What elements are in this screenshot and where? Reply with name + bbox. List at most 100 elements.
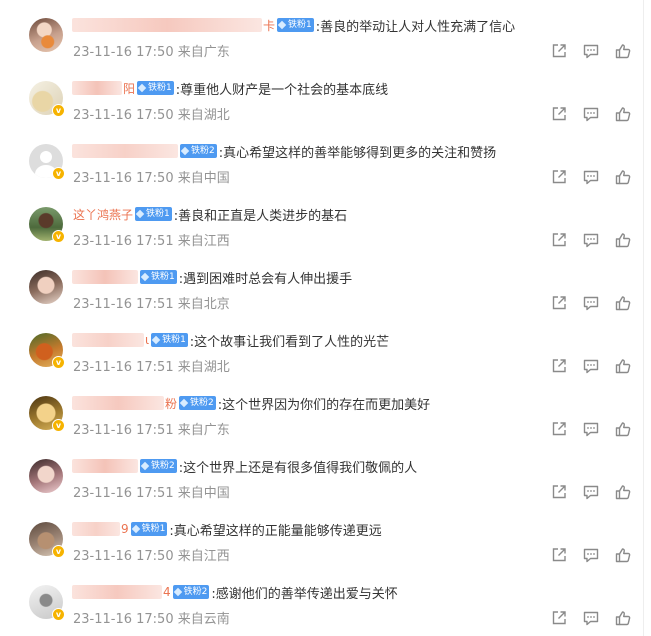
fan-badge-label: 铁粉2 [151, 461, 175, 471]
like-icon[interactable] [614, 546, 632, 564]
comment-icon[interactable] [582, 420, 600, 438]
comment-icon[interactable] [582, 42, 600, 60]
username[interactable]: ι [145, 333, 149, 347]
avatar[interactable] [29, 459, 63, 493]
like-icon[interactable] [614, 357, 632, 375]
comment-icon[interactable] [582, 168, 600, 186]
username[interactable]: 9 [121, 522, 129, 536]
share-icon[interactable] [550, 231, 568, 249]
comment-text: :真心希望这样的正能量能够传递更远 [169, 523, 382, 539]
comment-text: :这个世界因为你们的存在而更加美好 [217, 397, 431, 413]
comment-line: ι 铁粉1:这个故事让我们看到了人性的光芒 [72, 330, 389, 350]
comment-line: 4 铁粉2:感谢他们的善举传递出爱与关怀 [72, 582, 398, 602]
comment-location: 来自北京 [177, 297, 230, 312]
comment-icon[interactable] [582, 357, 600, 375]
username-redacted[interactable] [72, 144, 178, 158]
comment-time: 23-11-16 17:51 [73, 486, 174, 501]
comment-icon[interactable] [582, 294, 600, 312]
comment-meta: 23-11-16 17:50 来自广东 [73, 41, 230, 60]
share-icon[interactable] [550, 105, 568, 123]
share-icon[interactable] [550, 168, 568, 186]
like-icon[interactable] [614, 609, 632, 627]
comment-icon[interactable] [582, 483, 600, 501]
comment-item: v ι 铁粉1:这个故事让我们看到了人性的光芒 23-11-16 17:51 来自湖北 [0, 315, 640, 378]
diamond-icon [131, 524, 140, 534]
username-redacted[interactable] [72, 18, 262, 32]
like-icon[interactable] [614, 42, 632, 60]
username[interactable]: 阳 [123, 80, 135, 97]
comment-location: 来自江西 [177, 234, 230, 249]
comment-time: 23-11-16 17:51 [73, 423, 174, 438]
username[interactable]: 4 [163, 585, 171, 599]
comment-text: :感谢他们的善举传递出爱与关怀 [211, 586, 398, 602]
comment-line: 铁粉2:这个世界上还是有很多值得我们敬佩的人 [72, 456, 417, 476]
avatar[interactable] [29, 270, 63, 304]
fan-badge-label: 铁粉1 [141, 524, 166, 534]
comment-item: 铁粉1:遇到困难时总会有人伸出援手 23-11-16 17:51 来自北京 [0, 252, 640, 315]
diamond-icon [135, 209, 145, 219]
username[interactable]: 这丫鸿燕子 [73, 206, 133, 223]
comment-actions [550, 420, 632, 438]
fan-badge: 铁粉1 [277, 18, 314, 32]
comment-line: 这丫鸿燕子 铁粉1:善良和正直是人类进步的基石 [72, 204, 347, 224]
comment-location: 来自中国 [177, 486, 230, 501]
diamond-icon [277, 20, 287, 30]
comment-icon[interactable] [582, 609, 600, 627]
username-redacted[interactable] [72, 459, 138, 473]
diamond-icon [179, 398, 189, 408]
share-icon[interactable] [550, 294, 568, 312]
avatar[interactable] [29, 18, 63, 52]
share-icon[interactable] [550, 546, 568, 564]
comment-location: 来自湖北 [177, 108, 230, 123]
username[interactable]: 粉 [165, 395, 177, 412]
like-icon[interactable] [614, 294, 632, 312]
diamond-icon [151, 335, 161, 345]
comment-actions [550, 42, 632, 60]
share-icon[interactable] [550, 420, 568, 438]
username-redacted[interactable] [72, 333, 144, 347]
like-icon[interactable] [614, 168, 632, 186]
comment-text: :遇到困难时总会有人伸出援手 [178, 271, 353, 287]
username-redacted[interactable] [72, 81, 122, 95]
fan-badge-label: 铁粉1 [146, 209, 170, 219]
fan-badge-label: 铁粉1 [288, 20, 312, 30]
fan-badge-label: 铁粉2 [190, 398, 214, 408]
vip-badge-icon: v [52, 104, 65, 117]
username-redacted[interactable] [72, 585, 162, 599]
comment-actions [550, 357, 632, 375]
comment-location: 来自江西 [177, 549, 230, 564]
username-redacted[interactable] [72, 396, 164, 410]
fan-badge: 铁粉2 [172, 585, 210, 599]
fan-badge: 铁粉2 [140, 459, 177, 473]
fan-badge: 铁粉1 [140, 270, 177, 284]
vip-badge-icon: v [52, 356, 65, 369]
comment-meta: 23-11-16 17:51 来自湖北 [73, 356, 230, 375]
comment-text: :真心希望这样的善举能够得到更多的关注和赞扬 [218, 145, 497, 161]
vip-badge-icon: v [52, 419, 65, 432]
comment-item: 卡 铁粉1:善良的举动让人对人性充满了信心 23-11-16 17:50 来自广东 [0, 0, 640, 63]
diamond-icon [140, 272, 150, 282]
username[interactable]: 卡 [263, 17, 275, 34]
comment-item: 铁粉2:这个世界上还是有很多值得我们敬佩的人 23-11-16 17:51 来自中… [0, 441, 640, 504]
comment-item: v 阳铁粉1:尊重他人财产是一个社会的基本底线 23-11-16 17:50 来自湖… [0, 63, 640, 126]
share-icon[interactable] [550, 483, 568, 501]
like-icon[interactable] [614, 231, 632, 249]
comment-actions [550, 105, 632, 123]
comment-icon[interactable] [582, 105, 600, 123]
share-icon[interactable] [550, 42, 568, 60]
fan-badge-label: 铁粉2 [183, 587, 208, 597]
username-redacted[interactable] [72, 522, 120, 536]
username-redacted[interactable] [72, 270, 138, 284]
like-icon[interactable] [614, 420, 632, 438]
share-icon[interactable] [550, 357, 568, 375]
fan-badge: 铁粉1 [130, 522, 168, 536]
like-icon[interactable] [614, 105, 632, 123]
divider [643, 0, 644, 636]
like-icon[interactable] [614, 483, 632, 501]
share-icon[interactable] [550, 609, 568, 627]
vip-badge-icon: v [52, 230, 65, 243]
comment-icon[interactable] [582, 546, 600, 564]
comment-icon[interactable] [582, 231, 600, 249]
comment-line: 阳 铁粉1:尊重他人财产是一个社会的基本底线 [72, 78, 388, 98]
comment-line: 卡 铁粉1:善良的举动让人对人性充满了信心 [72, 15, 515, 35]
